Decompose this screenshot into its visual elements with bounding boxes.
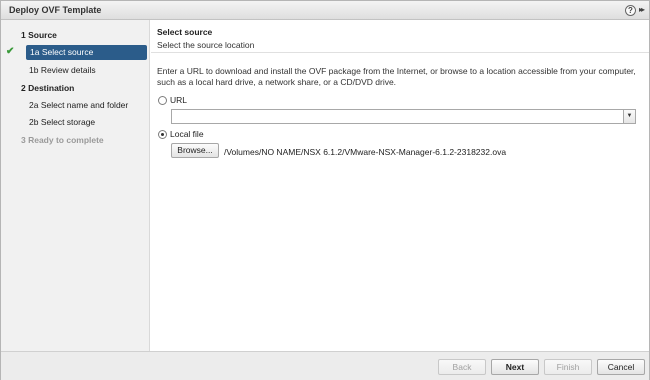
page-subtitle: Select the source location: [157, 40, 255, 50]
step-select-source[interactable]: 1a Select source: [26, 45, 147, 60]
expand-icon[interactable]: ▸▸: [639, 5, 645, 14]
cancel-button[interactable]: Cancel: [597, 359, 645, 375]
url-radio[interactable]: [158, 96, 167, 105]
step-select-storage[interactable]: 2b Select storage: [1, 115, 150, 130]
url-input[interactable]: ▼: [171, 109, 636, 124]
next-button[interactable]: Next: [491, 359, 539, 375]
help-icon[interactable]: ?: [625, 5, 636, 16]
step-select-name-and-folder[interactable]: 2a Select name and folder: [1, 98, 150, 113]
step-source: 1 Source: [21, 30, 57, 40]
local-file-radio[interactable]: [158, 130, 167, 139]
wizard-footer: Back Next Finish Cancel: [1, 351, 649, 380]
wizard-steps-sidebar: ✔ 1 Source 1a Select source 1b Review de…: [1, 20, 150, 351]
title-bar: Deploy OVF Template ? ▸▸: [1, 1, 649, 20]
header-divider: [151, 52, 649, 53]
browse-button[interactable]: Browse...: [171, 143, 219, 158]
back-button[interactable]: Back: [438, 359, 486, 375]
selected-file-path: /Volumes/NO NAME/NSX 6.1.2/VMware-NSX-Ma…: [224, 147, 507, 157]
page-title: Select source: [157, 27, 213, 37]
dialog-title: Deploy OVF Template: [9, 5, 102, 15]
instructions-text: Enter a URL to download and install the …: [157, 66, 636, 87]
step-ready-to-complete: 3 Ready to complete: [21, 135, 104, 145]
dropdown-arrow-icon[interactable]: ▼: [623, 110, 635, 123]
finish-button[interactable]: Finish: [544, 359, 592, 375]
step-destination: 2 Destination: [21, 83, 75, 93]
deploy-ovf-dialog: Deploy OVF Template ? ▸▸ ✔ 1 Source 1a S…: [0, 0, 650, 380]
checkmark-icon: ✔: [6, 46, 15, 57]
local-file-radio-label[interactable]: Local file: [170, 129, 204, 139]
main-content: Select source Select the source location…: [151, 20, 649, 351]
step-review-details[interactable]: 1b Review details: [1, 63, 150, 78]
url-radio-label[interactable]: URL: [170, 95, 187, 105]
